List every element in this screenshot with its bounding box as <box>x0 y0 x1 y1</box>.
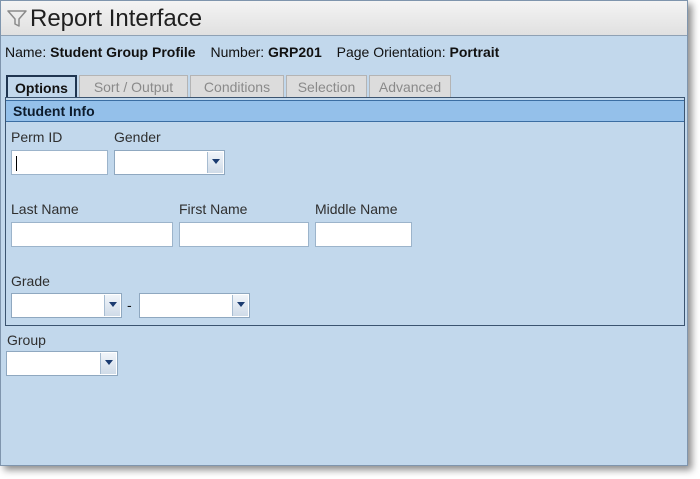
gender-label: Gender <box>114 129 161 145</box>
middle-name-label: Middle Name <box>315 201 398 217</box>
number-label: Number: <box>210 44 265 60</box>
chevron-down-icon[interactable] <box>104 295 120 316</box>
tab-advanced[interactable]: Advanced <box>369 75 451 97</box>
name-value: Student Group Profile <box>50 44 196 60</box>
chevron-down-icon[interactable] <box>232 295 248 316</box>
report-info-row: Name: Student Group Profile Number: GRP2… <box>5 44 499 60</box>
tab-selection[interactable]: Selection <box>286 75 367 97</box>
first-name-input[interactable] <box>179 222 309 247</box>
number-value: GRP201 <box>268 44 322 60</box>
last-name-label: Last Name <box>11 201 79 217</box>
grade-range-separator: - <box>127 297 132 313</box>
grade-from-select[interactable] <box>11 293 122 318</box>
tab-conditions[interactable]: Conditions <box>190 75 284 97</box>
tab-sort-output[interactable]: Sort / Output <box>79 75 188 97</box>
last-name-input[interactable] <box>11 222 173 247</box>
perm-id-input[interactable] <box>11 150 108 175</box>
student-info-panel: Student Info Perm ID Gender Last Name Fi… <box>5 97 685 326</box>
gender-select[interactable] <box>114 150 225 175</box>
report-interface-window: Report Interface Name: Student Group Pro… <box>0 0 688 466</box>
filter-icon <box>7 10 27 28</box>
window-title: Report Interface <box>30 5 203 32</box>
group-label: Group <box>7 332 46 348</box>
section-title: Student Info <box>13 103 95 119</box>
group-select[interactable] <box>6 351 118 376</box>
chevron-down-icon[interactable] <box>207 152 223 173</box>
title-bar: Report Interface <box>1 1 687 36</box>
tab-options[interactable]: Options <box>6 75 77 98</box>
grade-label: Grade <box>11 273 50 289</box>
orientation-label: Page Orientation: <box>336 44 446 60</box>
orientation-value: Portrait <box>449 44 500 60</box>
chevron-down-icon[interactable] <box>100 353 116 374</box>
grade-to-select[interactable] <box>139 293 250 318</box>
name-label: Name: <box>5 44 47 60</box>
first-name-label: First Name <box>179 201 248 217</box>
middle-name-input[interactable] <box>315 222 412 247</box>
text-cursor <box>16 156 17 171</box>
student-info-header: Student Info <box>6 100 684 122</box>
perm-id-label: Perm ID <box>11 129 63 145</box>
